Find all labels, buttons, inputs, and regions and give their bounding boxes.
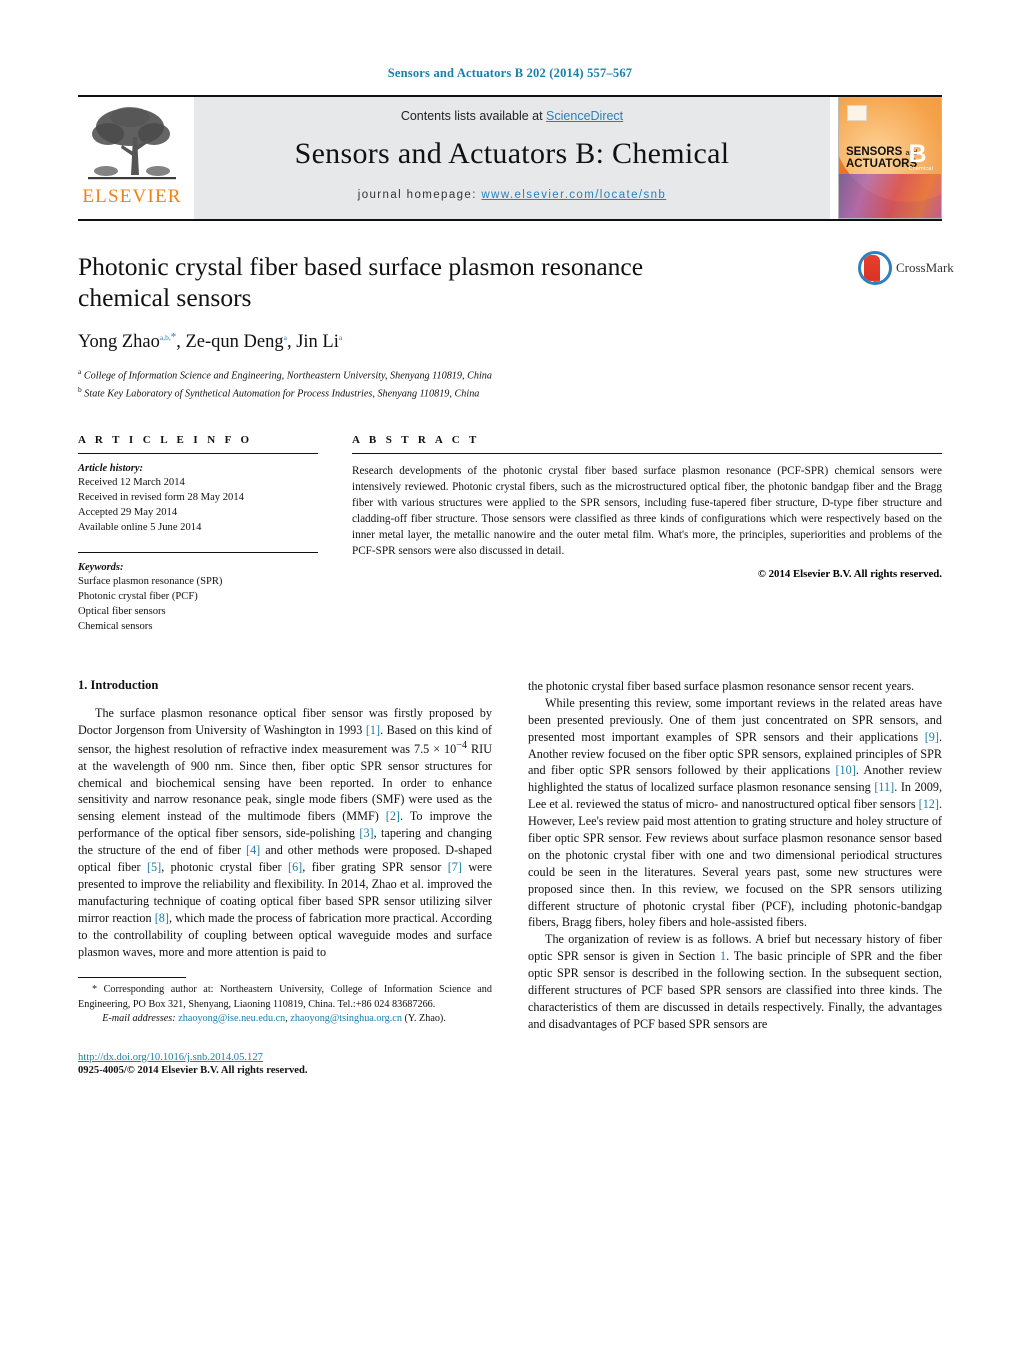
email-suffix: (Y. Zhao).	[404, 1013, 446, 1025]
affiliation-mark-a: a	[78, 367, 82, 377]
article-info-rule	[78, 452, 318, 454]
body-columns: 1. Introduction The surface plasmon reso…	[78, 678, 942, 1076]
title-block: CrossMark Photonic crystal fiber based s…	[78, 251, 954, 402]
journal-homepage-link[interactable]: www.elsevier.com/locate/snb	[481, 189, 666, 201]
issn-copyright-line: 0925-4005/© 2014 Elsevier B.V. All right…	[78, 1064, 308, 1076]
affiliation-a: a College of Information Science and Eng…	[78, 367, 942, 384]
keyword-1: Surface plasmon resonance (SPR)	[78, 575, 223, 587]
contents-available-line: Contents lists available at ScienceDirec…	[401, 109, 623, 123]
crossmark-icon	[858, 251, 892, 285]
email-note: E-mail addresses: zhaoyong@ise.neu.edu.c…	[102, 1013, 446, 1025]
affiliation-b: b State Key Laboratory of Synthetical Au…	[78, 385, 942, 402]
email-link-2[interactable]: zhaoyong@tsinghua.org.cn	[290, 1013, 402, 1024]
affiliation-text-b: State Key Laboratory of Synthetical Auto…	[84, 387, 480, 399]
cover-letter-sub: Chemical	[908, 166, 933, 172]
affiliation-text-a: College of Information Science and Engin…	[83, 370, 492, 382]
keyword-3: Optical fiber sensors	[78, 605, 166, 617]
cover-bottom-gradient	[839, 174, 941, 218]
article-history-label: Article history:	[78, 462, 144, 474]
elsevier-wordmark: ELSEVIER	[82, 186, 182, 207]
header-bottom-rule	[78, 219, 942, 221]
email-label: E-mail addresses:	[102, 1013, 176, 1025]
article-info-column: A R T I C L E I N F O Article history: R…	[78, 434, 318, 634]
keyword-4: Chemical sensors	[78, 620, 153, 632]
crossmark-badge[interactable]: CrossMark	[858, 251, 954, 285]
keywords-label: Keywords:	[78, 561, 124, 573]
affiliation-list: a College of Information Science and Eng…	[78, 367, 942, 401]
elsevier-tree-icon	[84, 101, 180, 189]
abstract-heading: A B S T R A C T	[352, 433, 480, 446]
intro-paragraph-left: The surface plasmon resonance optical fi…	[78, 705, 493, 959]
email-link-1[interactable]: zhaoyong@ise.neu.edu.cn	[178, 1013, 285, 1024]
journal-header: ELSEVIER Contents lists available at Sci…	[78, 95, 942, 219]
journal-homepage-line: journal homepage: www.elsevier.com/locat…	[358, 189, 666, 201]
journal-cover-thumbnail: SENSORS and ACTUATORS B Chemical	[838, 97, 942, 219]
abstract-column: A B S T R A C T Research developments of…	[352, 434, 942, 634]
journal-article-page: Sensors and Actuators B 202 (2014) 557–5…	[0, 0, 1020, 1351]
crossmark-label: CrossMark	[896, 260, 954, 275]
body-left-column: 1. Introduction The surface plasmon reso…	[78, 678, 492, 1076]
abstract-rule	[352, 452, 942, 454]
article-info-abstract-row: A R T I C L E I N F O Article history: R…	[78, 434, 942, 634]
cover-letter-b: B Chemical	[908, 140, 933, 172]
running-head: Sensors and Actuators B 202 (2014) 557–5…	[387, 66, 633, 80]
cover-line1: SENSORS	[846, 146, 903, 158]
intro-paragraph-right-1: the photonic crystal fiber based surface…	[528, 678, 915, 693]
abstract-copyright: © 2014 Elsevier B.V. All rights reserved…	[757, 567, 942, 580]
article-history-2: Received in revised form 28 May 2014	[78, 491, 244, 503]
intro-paragraph-right-3: The organization of review is as follows…	[528, 932, 943, 1031]
section-heading-introduction: 1. Introduction	[78, 677, 159, 692]
doi-block: http://dx.doi.org/10.1016/j.snb.2014.05.…	[78, 1047, 492, 1076]
doi-link[interactable]: http://dx.doi.org/10.1016/j.snb.2014.05.…	[78, 1052, 263, 1063]
corresponding-author-note: * Corresponding author at: Northeastern …	[78, 984, 492, 1010]
journal-title: Sensors and Actuators B: Chemical	[294, 137, 730, 170]
elsevier-logo: ELSEVIER	[78, 97, 186, 219]
footnote-rule	[78, 977, 186, 979]
cover-elsevier-mark	[847, 105, 867, 121]
abstract-text: Research developments of the photonic cr…	[352, 464, 942, 557]
article-history-1: Received 12 March 2014	[78, 476, 185, 488]
author-list: Yong Zhaoa,b,*, Ze-qun Denga, Jin Lia	[78, 331, 343, 353]
page-title: Photonic crystal fiber based surface pla…	[78, 252, 644, 313]
affiliation-mark-b: b	[78, 384, 82, 394]
contents-prefix: Contents lists available at	[400, 109, 547, 123]
intro-paragraph-right-2: While presenting this review, some impor…	[528, 695, 942, 930]
article-history-3: Accepted 29 May 2014	[78, 506, 178, 518]
sciencedirect-link[interactable]: ScienceDirect	[546, 109, 623, 123]
body-right-column: the photonic crystal fiber based surface…	[528, 678, 942, 1076]
homepage-label: journal homepage:	[357, 189, 477, 201]
article-info-heading: A R T I C L E I N F O	[78, 433, 253, 446]
keyword-2: Photonic crystal fiber (PCF)	[78, 590, 198, 602]
footnote-block: * Corresponding author at: Northeastern …	[78, 977, 492, 1076]
keywords-rule	[78, 551, 318, 553]
journal-header-center: Contents lists available at ScienceDirec…	[194, 97, 830, 219]
article-history-4: Available online 5 June 2014	[78, 521, 202, 533]
